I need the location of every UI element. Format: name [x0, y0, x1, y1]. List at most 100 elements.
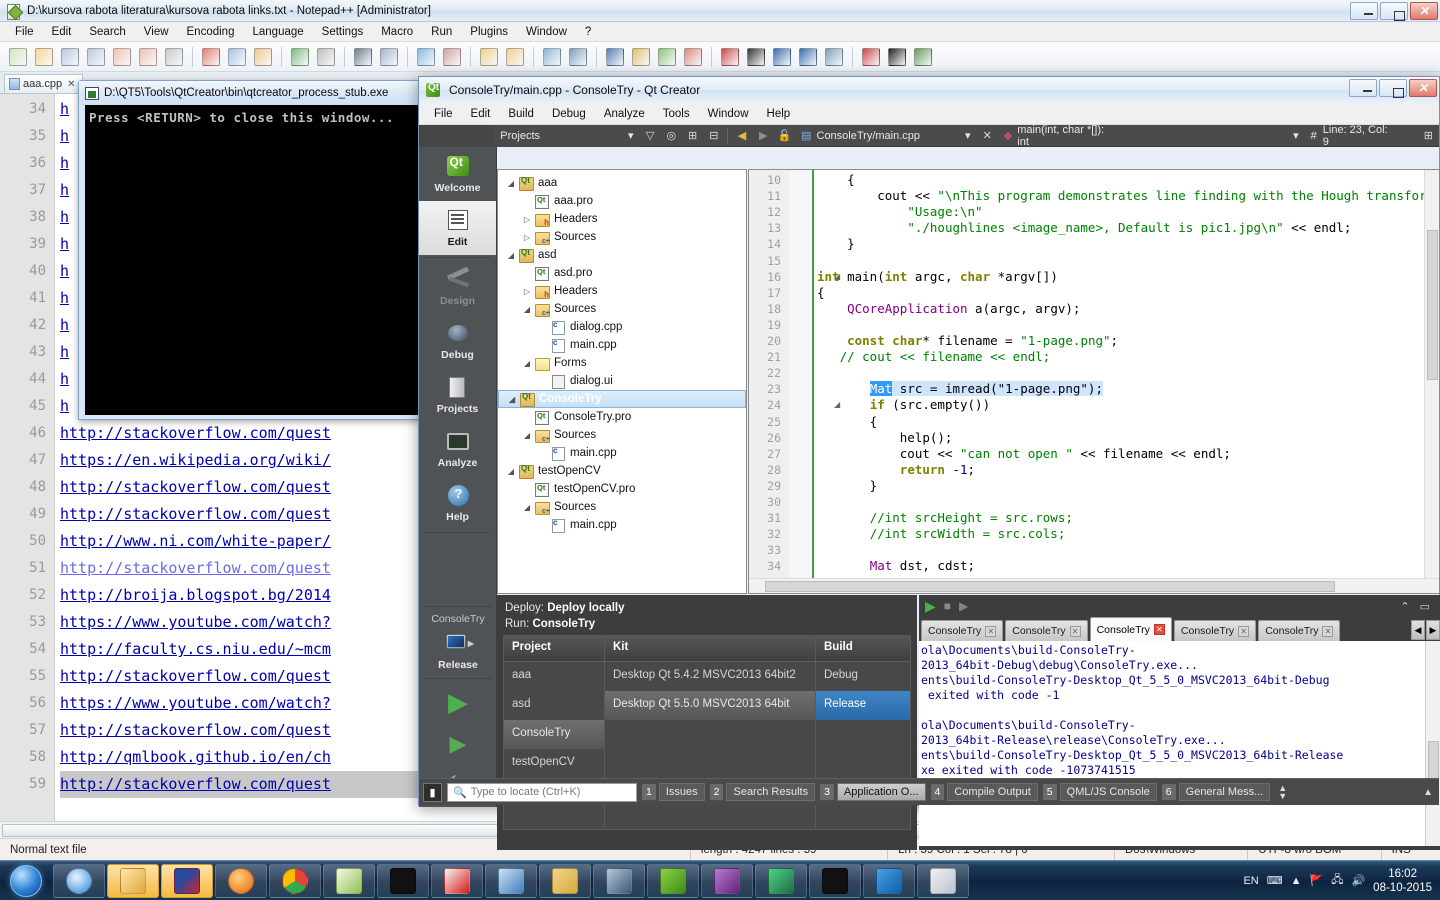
- expander-down-icon[interactable]: ◢: [504, 251, 518, 260]
- maximize-panel-icon[interactable]: ⌃: [1400, 600, 1409, 613]
- expander-right-icon[interactable]: ▷: [520, 287, 534, 296]
- tree-item-asd[interactable]: ◢ asd: [498, 246, 746, 264]
- code-line[interactable]: }: [789, 236, 1439, 252]
- tree-item-dialog-ui[interactable]: dialog.ui: [498, 372, 746, 390]
- qtc-menu-item-window[interactable]: Window: [699, 106, 758, 122]
- projects-tree[interactable]: ◢ aaa aaa.pro ▷ Headers ▷ Sources ◢ asd asd.pro ▷ H…: [497, 169, 747, 594]
- url-line[interactable]: http://stackoverflow.com/quest: [60, 663, 331, 690]
- code-line[interactable]: // cout << filename << endl;: [789, 349, 1439, 365]
- tree-item-aaa-pro[interactable]: aaa.pro: [498, 192, 746, 210]
- url-line[interactable]: h: [60, 258, 69, 285]
- projects-view-combo[interactable]: Projects ▾: [494, 124, 640, 147]
- start-button[interactable]: [0, 862, 52, 900]
- tree-item-main-cpp[interactable]: main.cpp: [498, 444, 746, 462]
- url-line[interactable]: http://qmlbook.github.io/en/ch: [60, 744, 331, 771]
- taskbar-internet-explorer[interactable]: [53, 863, 105, 898]
- tree-item-main-cpp[interactable]: main.cpp: [498, 336, 746, 354]
- output-tab[interactable]: ConsoleTry ✕: [921, 620, 1004, 641]
- debug-button[interactable]: ▶: [419, 723, 497, 765]
- kit-entry[interactable]: Desktop Qt 5.4.2 MSVC2013 64bit2: [605, 662, 815, 691]
- taskbar-notepadpp[interactable]: [323, 863, 375, 898]
- menu-item-language[interactable]: Language: [243, 24, 312, 40]
- close-icon[interactable]: ✕: [67, 79, 75, 90]
- clock[interactable]: 16:02 08-10-2015: [1373, 867, 1432, 895]
- mode-projects[interactable]: Projects: [419, 368, 496, 422]
- qtc-menu-item-help[interactable]: Help: [758, 106, 800, 122]
- word-wrap-icon[interactable]: [540, 45, 564, 69]
- tree-item-sources[interactable]: ▷ Sources: [498, 228, 746, 246]
- hex-editor-icon[interactable]: [885, 45, 909, 69]
- close-panel-icon[interactable]: ▭: [1420, 600, 1430, 613]
- tree-item-sources[interactable]: ◢ Sources: [498, 498, 746, 516]
- taskbar-union-jack-language[interactable]: [161, 863, 213, 898]
- output-pane-search-results[interactable]: 2 Search Results: [709, 783, 816, 802]
- code-line[interactable]: "./houghlines <image_name>, Default is p…: [789, 220, 1439, 236]
- rerun-icon[interactable]: ▶: [925, 598, 936, 615]
- user-lang-icon[interactable]: [629, 45, 653, 69]
- menu-item-[interactable]: ?: [576, 24, 600, 40]
- kit-project-asd[interactable]: asd: [504, 691, 604, 720]
- mode-welcome[interactable]: Qt Welcome: [419, 147, 496, 201]
- taskbar-windows-explorer[interactable]: [107, 863, 159, 898]
- replace-icon[interactable]: [377, 45, 401, 69]
- scroll-tabs-left-icon[interactable]: ◀: [1411, 620, 1425, 640]
- qtc-menu-item-file[interactable]: File: [425, 106, 462, 122]
- run-button[interactable]: ▶: [419, 681, 497, 723]
- show-symbols-icon[interactable]: [566, 45, 590, 69]
- url-line[interactable]: http://broija.blogspot.bg/2014: [60, 582, 331, 609]
- tree-item-headers[interactable]: ▷ Headers: [498, 210, 746, 228]
- url-line[interactable]: h: [60, 96, 69, 123]
- kit-project-consoletry[interactable]: ConsoleTry: [504, 720, 604, 749]
- menu-item-view[interactable]: View: [135, 24, 178, 40]
- taskbar-chrome[interactable]: [269, 863, 321, 898]
- go-back-icon[interactable]: ◀: [731, 125, 752, 147]
- mode-analyze[interactable]: Analyze: [419, 422, 496, 476]
- tree-item-aaa[interactable]: ◢ aaa: [498, 174, 746, 192]
- qtc-menu-item-build[interactable]: Build: [499, 106, 543, 122]
- play-macro-icon[interactable]: [770, 45, 794, 69]
- open-file-icon[interactable]: [32, 45, 56, 69]
- output-tab[interactable]: ConsoleTry ✕: [1005, 620, 1088, 641]
- output-pane-application-o---[interactable]: 3 Application O...: [820, 783, 926, 802]
- taskbar-qt-creator[interactable]: [647, 863, 699, 898]
- code-line[interactable]: {: [789, 414, 1439, 430]
- menu-item-macro[interactable]: Macro: [372, 24, 422, 40]
- taskbar-window-preview[interactable]: [917, 863, 969, 898]
- line-column-indicator[interactable]: # Line: 23, Col: 9: [1305, 124, 1400, 148]
- menu-item-settings[interactable]: Settings: [313, 24, 373, 40]
- code-line[interactable]: //int srcWidth = src.cols;: [789, 526, 1439, 542]
- code-line[interactable]: {: [789, 172, 1439, 188]
- url-line[interactable]: h: [60, 393, 69, 420]
- url-line[interactable]: http://stackoverflow.com/quest: [60, 420, 331, 447]
- taskbar-sevenzip[interactable]: [809, 863, 861, 898]
- close-icon[interactable]: ✕: [1069, 625, 1081, 637]
- menu-item-run[interactable]: Run: [422, 24, 461, 40]
- expander-down-icon[interactable]: ◢: [520, 431, 534, 440]
- url-line[interactable]: https://en.wikipedia.org/wiki/: [60, 447, 331, 474]
- code-line[interactable]: [789, 365, 1439, 381]
- symbol-combo[interactable]: ◆ main(int, char *[]): int ▾: [998, 124, 1305, 148]
- qtc-menu-item-tools[interactable]: Tools: [654, 106, 699, 122]
- minimize-button[interactable]: [1350, 2, 1378, 20]
- menu-item-edit[interactable]: Edit: [43, 24, 81, 40]
- url-line[interactable]: https://www.youtube.com/watch?: [60, 609, 331, 636]
- url-line[interactable]: h: [60, 204, 69, 231]
- show-hidden-icon[interactable]: ▲: [1291, 875, 1302, 887]
- code-line[interactable]: [789, 317, 1439, 333]
- paste-icon[interactable]: [251, 45, 275, 69]
- zoom-in-icon[interactable]: [414, 45, 438, 69]
- menu-item-search[interactable]: Search: [80, 24, 134, 40]
- url-line[interactable]: http://stackoverflow.com/quest: [60, 501, 331, 528]
- expander-down-icon[interactable]: ◢: [504, 467, 518, 476]
- split-add-icon[interactable]: ⊞: [682, 125, 703, 147]
- qtc-menu-item-analyze[interactable]: Analyze: [595, 106, 654, 122]
- expander-right-icon[interactable]: ▷: [520, 233, 534, 242]
- expander-down-icon[interactable]: ◢: [520, 305, 534, 314]
- taskbar-firefox[interactable]: [215, 863, 267, 898]
- expand-statusbar-icon[interactable]: ▲: [1423, 787, 1433, 798]
- volume-icon[interactable]: 🔊: [1351, 874, 1365, 887]
- go-forward-icon[interactable]: ▶: [753, 125, 774, 147]
- security-alert-icon[interactable]: 🚩: [1310, 874, 1324, 887]
- mode-help[interactable]: ? Help: [419, 476, 496, 530]
- editor-tab[interactable]: aaa.cpp ✕: [4, 74, 83, 93]
